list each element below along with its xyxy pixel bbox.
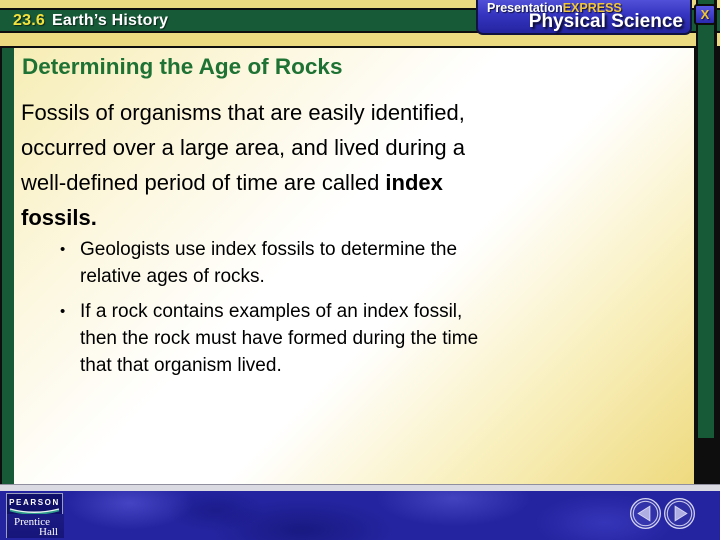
bullet-icon: • [60,241,66,258]
brand-subject: Physical Science [528,11,683,32]
close-icon: X [700,7,710,22]
footer-divider [0,484,720,491]
next-slide-button[interactable] [663,497,696,530]
paragraph-line: occurred over a large area, and lived du… [21,135,465,160]
lesson-number: 23.6 [13,11,45,29]
pearson-logo: PEARSON Prentice Hall [6,493,64,538]
paragraph-line: Fossils of organisms that are easily ide… [21,100,465,125]
list-item: • Geologists use index fossils to determ… [60,236,478,290]
definition-paragraph: Fossils of organisms that are easily ide… [21,95,465,235]
close-button[interactable]: X [694,4,716,25]
bullet-text: If a rock contains examples of an index … [80,301,479,376]
previous-slide-button[interactable] [629,497,662,530]
presentation-window: 23.6 Earth’s History PresentationEXPRESS… [0,0,720,540]
slide-right-green-bar [696,0,717,438]
back-icon [630,498,661,529]
lesson-title: Earth’s History [51,11,169,29]
slide-content: Determining the Age of Rocks Fossils of … [14,48,694,484]
imprint-line2: Hall [39,526,58,538]
pearson-name: PEARSON [9,498,60,507]
bullet-icon: • [60,303,66,320]
paragraph-line: fossils. [21,205,97,230]
prentice-hall-imprint: Prentice Hall [7,514,64,538]
footer-bar: PEARSON Prentice Hall [0,491,720,540]
paragraph-line: well-defined period of time are called i… [21,170,443,195]
bullet-list: • Geologists use index fossils to determ… [60,236,478,387]
forward-icon [664,498,695,529]
list-item: • If a rock contains examples of an inde… [60,298,478,379]
presentation-express-logo: PresentationEXPRESS Physical Science [476,0,692,35]
slide-panel: Determining the Age of Rocks Fossils of … [0,46,720,484]
slide-left-green-bar [2,48,14,484]
slide-title: Determining the Age of Rocks [22,54,343,79]
bullet-text: Geologists use index fossils to determin… [80,239,458,287]
